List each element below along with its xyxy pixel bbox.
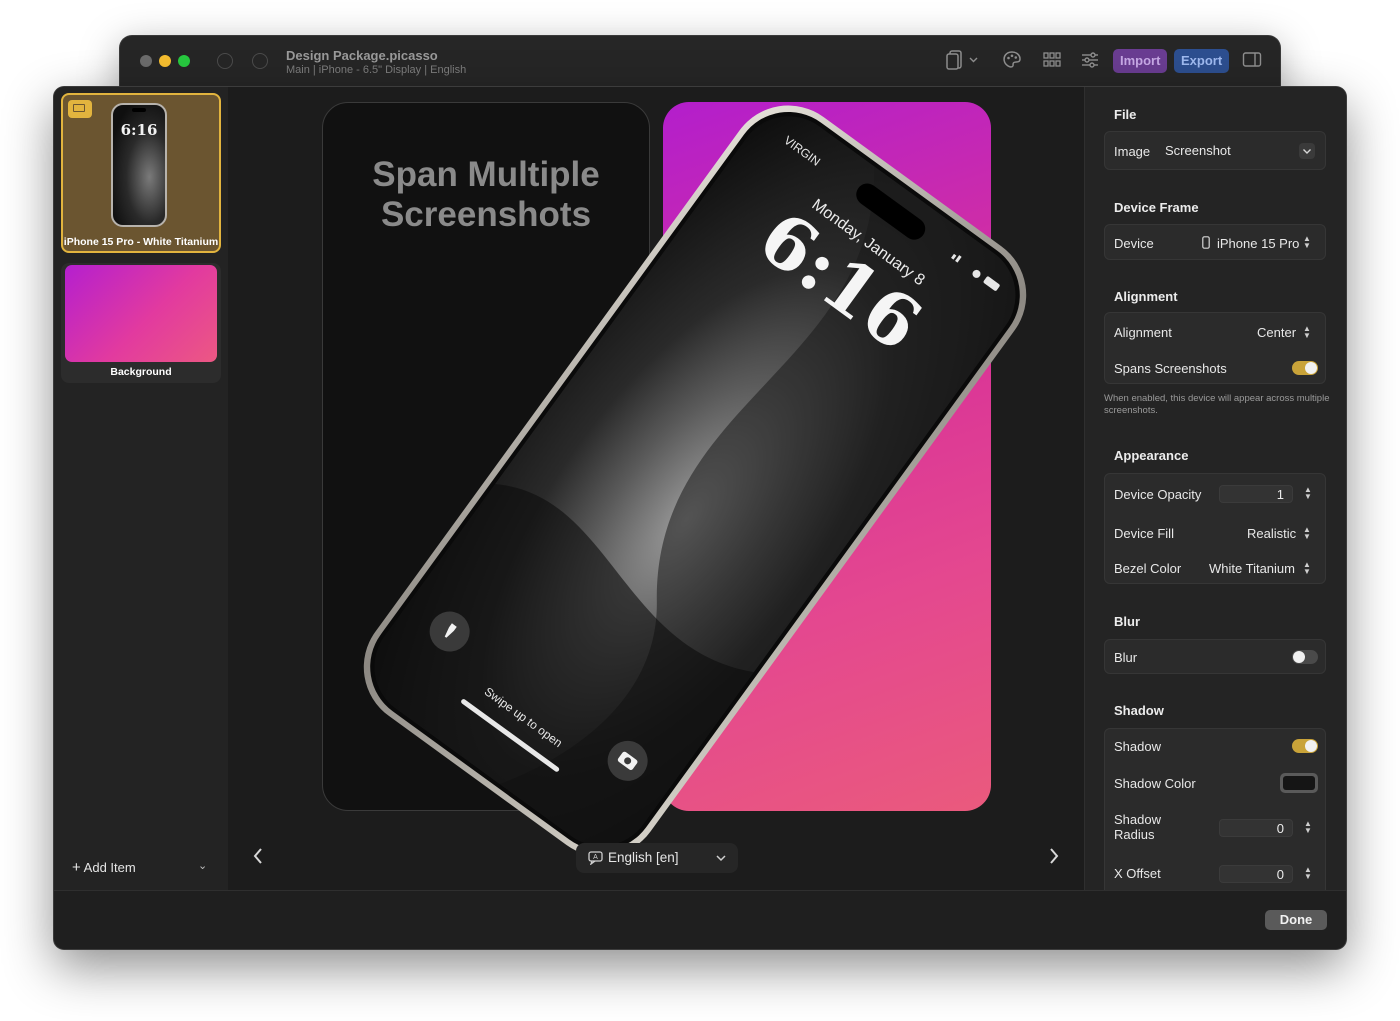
- minimize-window-button[interactable]: [159, 55, 171, 67]
- edit-sheet: 6:16 iPhone 15 Pro - White Titanium Back…: [54, 87, 1346, 949]
- palette-icon: [1003, 51, 1021, 68]
- chevron-down-icon: [716, 855, 726, 862]
- blur-toggle[interactable]: [1292, 650, 1318, 664]
- layer-item-label: iPhone 15 Pro - White Titanium: [63, 236, 219, 248]
- iphone-icon: [1202, 236, 1210, 249]
- section-title-file: File: [1114, 107, 1137, 122]
- opacity-stepper[interactable]: ▲ ▼: [1303, 486, 1313, 501]
- chevron-up-down-icon[interactable]: ▲ ▼: [1302, 561, 1312, 576]
- device-row[interactable]: Device iPhone 15 Pro ▲ ▼: [1104, 224, 1326, 260]
- layer-item-device[interactable]: 6:16 iPhone 15 Pro - White Titanium: [61, 93, 221, 253]
- redo-icon[interactable]: [252, 53, 268, 69]
- blur-row: Blur: [1104, 639, 1326, 674]
- thumbnail-time: 6:16: [120, 121, 158, 139]
- section-title-blur: Blur: [1114, 614, 1140, 629]
- done-button[interactable]: Done: [1265, 910, 1327, 930]
- bezel-color-label: Bezel Color: [1114, 561, 1182, 576]
- toggle-inspector-button[interactable]: [1242, 50, 1262, 74]
- chevron-up-down-icon[interactable]: ▲ ▼: [1302, 235, 1312, 250]
- layer-item-label: Background: [110, 366, 172, 378]
- appearance-group: Device Opacity 1 ▲ ▼ Device Fill Realisti…: [1104, 473, 1326, 584]
- x-offset-label: X Offset: [1114, 866, 1161, 881]
- spans-hint-text: When enabled, this device will appear ac…: [1104, 393, 1330, 416]
- image-value: Screenshot: [1165, 143, 1231, 158]
- adjustments-button[interactable]: [1080, 50, 1100, 74]
- shadow-label: Shadow: [1114, 739, 1161, 754]
- window-title: Design Package.picasso: [286, 48, 438, 63]
- section-title-shadow: Shadow: [1114, 703, 1164, 718]
- alignment-value[interactable]: Center: [1257, 325, 1296, 340]
- grid-button[interactable]: [1042, 50, 1062, 74]
- device-fill-value[interactable]: Realistic: [1247, 526, 1296, 541]
- chevron-left-icon: [253, 848, 262, 864]
- palette-button[interactable]: [1002, 50, 1022, 74]
- spanning-device[interactable]: VIRGIN Monday, January 8 6:16 Swipe up t…: [228, 87, 1084, 890]
- chevron-right-icon: [1050, 848, 1059, 864]
- zoom-window-button[interactable]: [178, 55, 190, 67]
- chevron-down-icon[interactable]: ⌄: [198, 859, 207, 872]
- spans-screenshots-label: Spans Screenshots: [1114, 361, 1227, 376]
- shadow-radius-label: Shadow Radius: [1114, 812, 1161, 842]
- export-button[interactable]: Export: [1174, 49, 1230, 73]
- shadow-radius-stepper[interactable]: ▲ ▼: [1303, 820, 1313, 835]
- shadow-radius-label-line-2: Radius: [1114, 827, 1155, 842]
- add-item-label: Add Item: [83, 860, 136, 875]
- shadow-color-label: Shadow Color: [1114, 776, 1196, 791]
- section-title-appearance: Appearance: [1114, 448, 1189, 463]
- sliders-icon: [1082, 52, 1098, 68]
- shadow-toggle[interactable]: [1292, 739, 1318, 753]
- undo-icon[interactable]: [217, 53, 233, 69]
- shadow-color-well[interactable]: [1280, 773, 1318, 793]
- image-label: Image: [1114, 144, 1151, 159]
- grid-icon: [1043, 52, 1061, 67]
- window-subtitle: Main | iPhone - 6.5" Display | English: [286, 64, 467, 76]
- plus-icon: +: [72, 859, 81, 876]
- canvas: Span Multiple Screenshots VIRGIN Monday,…: [228, 87, 1084, 890]
- background-thumbnail: [65, 265, 217, 362]
- svg-text:A: A: [593, 854, 598, 861]
- blur-label: Blur: [1114, 650, 1138, 665]
- device-thumbnail: 6:16: [111, 103, 167, 227]
- device-icon: [946, 50, 978, 70]
- chevron-down-icon: [1303, 149, 1311, 154]
- sidebar-right-icon: [1242, 52, 1262, 67]
- import-button[interactable]: Import: [1113, 49, 1168, 73]
- close-window-button[interactable]: [140, 55, 152, 67]
- device-label: Device: [1114, 236, 1154, 251]
- chevron-up-down-icon[interactable]: ▲ ▼: [1302, 526, 1312, 541]
- section-title-alignment: Alignment: [1114, 289, 1178, 304]
- device-opacity-label: Device Opacity: [1114, 487, 1202, 502]
- layer-item-background[interactable]: Background: [61, 263, 221, 383]
- inspector-panel: File Image Screenshot Device Frame Devic…: [1084, 87, 1346, 890]
- add-item-button[interactable]: + Add Item: [72, 859, 136, 876]
- device-opacity-field[interactable]: 1: [1219, 485, 1293, 503]
- device-menu-button[interactable]: [946, 50, 980, 74]
- bezel-color-value[interactable]: White Titanium: [1209, 561, 1295, 576]
- layer-type-icon: [68, 100, 92, 118]
- shadow-radius-label-line-1: Shadow: [1114, 812, 1161, 827]
- shadow-group: Shadow Shadow Color Shadow Radius 0 ▲ ▼ X…: [1104, 728, 1326, 890]
- chevron-up-down-icon[interactable]: ▲ ▼: [1302, 325, 1312, 340]
- shadow-radius-field[interactable]: 0: [1219, 819, 1293, 837]
- alignment-group: Alignment Center ▲ ▼ Spans Screenshots: [1104, 312, 1326, 384]
- section-title-device-frame: Device Frame: [1114, 200, 1199, 215]
- image-dropdown-button[interactable]: [1299, 143, 1315, 159]
- previous-screenshot-button[interactable]: [252, 847, 264, 870]
- device-value: iPhone 15 Pro: [1217, 236, 1300, 251]
- x-offset-stepper[interactable]: ▲ ▼: [1303, 866, 1313, 881]
- footer-divider: [54, 890, 1346, 891]
- x-offset-field[interactable]: 0: [1219, 865, 1293, 883]
- alignment-label: Alignment: [1114, 325, 1172, 340]
- next-screenshot-button[interactable]: [1048, 847, 1060, 870]
- layers-sidebar: 6:16 iPhone 15 Pro - White Titanium Back…: [54, 87, 228, 890]
- device-fill-label: Device Fill: [1114, 526, 1174, 541]
- spans-screenshots-toggle[interactable]: [1292, 361, 1318, 375]
- language-selector[interactable]: A English [en]: [576, 843, 738, 873]
- language-label: English [en]: [608, 850, 679, 865]
- language-icon: A: [588, 851, 603, 865]
- image-row[interactable]: Image Screenshot: [1104, 131, 1326, 170]
- dynamic-island: [132, 108, 146, 112]
